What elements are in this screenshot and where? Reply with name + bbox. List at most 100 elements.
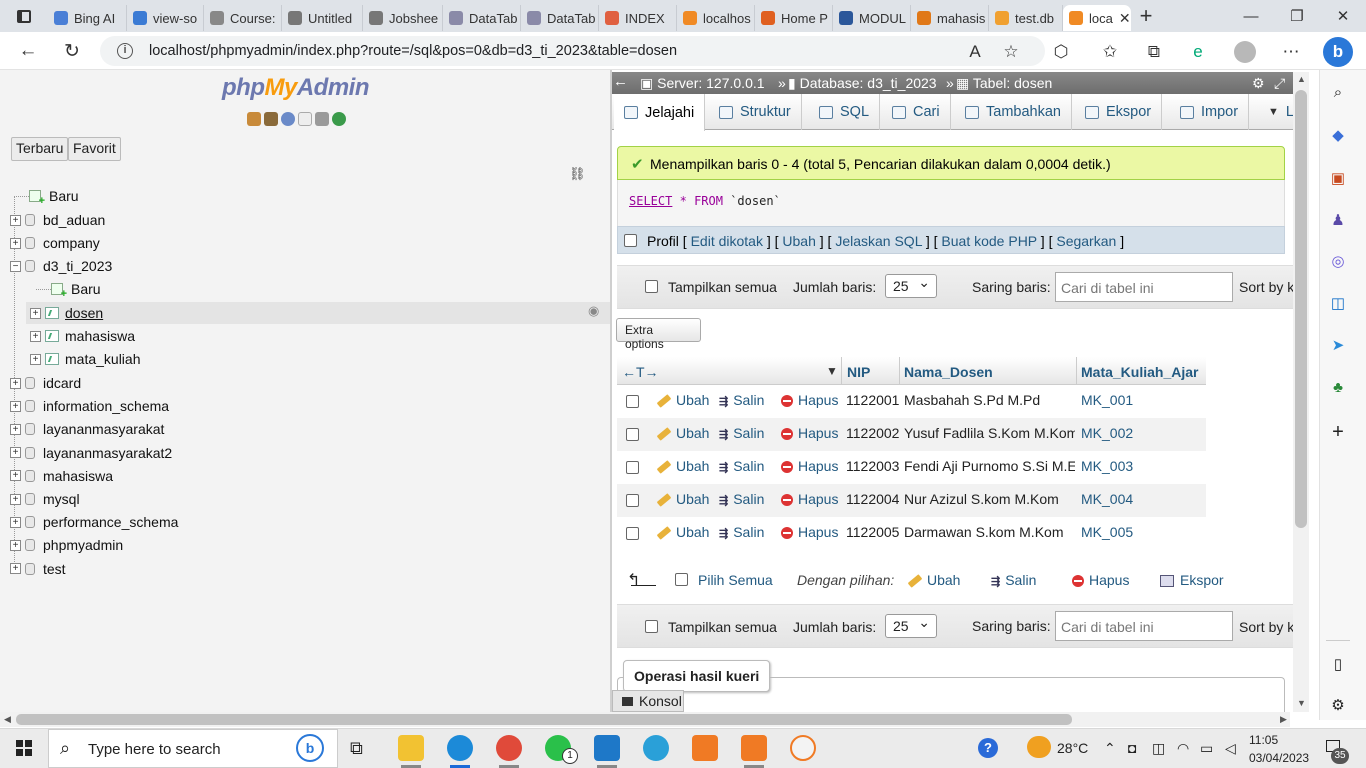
tab-struktur[interactable]: Struktur bbox=[709, 94, 802, 130]
tab-jelajahi[interactable]: Jelajahi bbox=[614, 94, 706, 131]
close-window-icon[interactable]: ✕ bbox=[1320, 0, 1366, 32]
row-copy-button[interactable]: ⇶ Salin bbox=[719, 392, 764, 408]
expand-icon[interactable]: + bbox=[10, 447, 21, 459]
favorite-button[interactable]: Favorit bbox=[68, 137, 121, 161]
scroll-up-icon[interactable]: ▲ bbox=[1297, 74, 1306, 84]
sidebar-tools-icon[interactable]: ▣ bbox=[1328, 168, 1348, 188]
weather-temp[interactable]: 28°C bbox=[1057, 740, 1088, 756]
cell-nama-dosen[interactable]: Darmawan S.kom M.Kom bbox=[904, 524, 1075, 540]
show-all-checkbox-top[interactable] bbox=[645, 280, 658, 293]
rows-select-bottom[interactable]: 25 bbox=[885, 614, 937, 638]
tab-cari[interactable]: Cari bbox=[882, 94, 951, 130]
row-checkbox[interactable] bbox=[626, 428, 639, 441]
breadcrumb-table[interactable]: ▦ Tabel: dosen bbox=[956, 75, 1052, 92]
show-all-checkbox-bottom[interactable] bbox=[645, 620, 658, 633]
sidebar-settings-icon[interactable]: ⚙ bbox=[1328, 695, 1348, 715]
row-checkbox[interactable] bbox=[626, 461, 639, 474]
expand-icon[interactable]: + bbox=[30, 307, 41, 319]
close-tab-icon[interactable]: ✕ bbox=[1119, 10, 1131, 27]
tab-ekspor[interactable]: Ekspor bbox=[1075, 94, 1163, 130]
expand-icon[interactable]: + bbox=[10, 563, 21, 575]
more-menu-icon[interactable]: ⋯ bbox=[1278, 39, 1304, 65]
volume-icon[interactable]: ◁ bbox=[1225, 740, 1236, 757]
vertical-scroll-thumb[interactable] bbox=[1295, 90, 1307, 528]
profile-link[interactable]: Segarkan bbox=[1056, 233, 1116, 249]
expand-icon[interactable]: + bbox=[10, 516, 21, 528]
row-delete-button[interactable]: Hapus bbox=[781, 425, 838, 441]
recent-button[interactable]: Terbaru bbox=[11, 137, 69, 161]
row-edit-button[interactable]: Ubah bbox=[656, 524, 709, 541]
cell-nip[interactable]: 1122003 bbox=[846, 458, 899, 474]
tree-table-item[interactable]: + mahasiswa bbox=[30, 325, 135, 347]
row-copy-button[interactable]: ⇶ Salin bbox=[719, 458, 764, 474]
expand-icon[interactable]: + bbox=[10, 214, 21, 226]
new-tab-icon[interactable]: + bbox=[1131, 0, 1161, 32]
cell-nama-dosen[interactable]: Yusuf Fadlila S.Kom M.Kom bbox=[904, 425, 1075, 441]
tree-db-item[interactable]: + layananmasyarakat bbox=[10, 418, 164, 440]
tree-table-item[interactable]: + mata_kuliah bbox=[30, 348, 141, 370]
restore-icon[interactable]: ❐ bbox=[1274, 0, 1320, 32]
expand-icon[interactable]: + bbox=[30, 353, 41, 365]
scroll-down-icon[interactable]: ▼ bbox=[1297, 698, 1306, 708]
select-all-checkbox[interactable] bbox=[675, 573, 688, 586]
jupyter-taskbar-icon[interactable] bbox=[790, 735, 816, 761]
file-explorer-icon[interactable] bbox=[398, 735, 424, 761]
tree-db-item[interactable]: + mysql bbox=[10, 488, 80, 510]
phpmyadmin-logo[interactable]: phpMyAdmin bbox=[222, 74, 370, 102]
sidebar-tree-icon[interactable]: ♣ bbox=[1328, 377, 1348, 397]
tray-network-icon[interactable]: ◫ bbox=[1152, 740, 1165, 757]
bulk-edit-button[interactable]: Ubah bbox=[907, 572, 960, 589]
browser-tab[interactable]: loca ✕ bbox=[1063, 5, 1131, 31]
sidebar-send-icon[interactable]: ➤ bbox=[1328, 335, 1348, 355]
row-checkbox[interactable] bbox=[626, 395, 639, 408]
bing-chat-icon[interactable]: b bbox=[1323, 37, 1353, 67]
cell-nama-dosen[interactable]: Masbahah S.Pd M.Pd bbox=[904, 392, 1075, 408]
sidebar-shopping-icon[interactable]: ◆ bbox=[1328, 125, 1348, 145]
column-header-mata-kuliah-ajar[interactable]: Mata_Kuliah_Ajar bbox=[1081, 364, 1198, 380]
sidebar-games-icon[interactable]: ♟ bbox=[1328, 210, 1348, 230]
extra-options-button[interactable]: Extra options bbox=[616, 318, 701, 351]
sidebar-outlook-icon[interactable]: ◫ bbox=[1328, 293, 1348, 313]
browser-tab[interactable]: DataTab bbox=[521, 5, 599, 31]
cell-mata-kuliah-ajar[interactable]: MK_001 bbox=[1081, 392, 1133, 408]
edge-taskbar-icon[interactable] bbox=[447, 735, 473, 761]
clock-date[interactable]: 03/04/2023 bbox=[1249, 751, 1309, 765]
back-arrow-icon[interactable]: ← bbox=[12, 35, 44, 67]
tree-db-item[interactable]: − d3_ti_2023 bbox=[10, 255, 112, 277]
breadcrumb-database[interactable]: ▮ Database: d3_ti_2023 bbox=[788, 75, 937, 92]
expand-icon[interactable]: + bbox=[10, 539, 21, 551]
row-checkbox[interactable] bbox=[626, 527, 639, 540]
tree-db-item[interactable]: + idcard bbox=[10, 372, 81, 394]
browser-tab[interactable]: Course: bbox=[204, 5, 282, 31]
help-tray-icon[interactable]: ? bbox=[978, 738, 998, 758]
row-checkbox[interactable] bbox=[626, 494, 639, 507]
chrome-taskbar-icon[interactable] bbox=[496, 735, 522, 761]
column-header-nama-dosen[interactable]: Nama_Dosen bbox=[904, 364, 993, 380]
cell-mata-kuliah-ajar[interactable]: MK_004 bbox=[1081, 491, 1133, 507]
scroll-left-icon[interactable]: ◀ bbox=[4, 714, 11, 725]
cell-nip[interactable]: 1122002 bbox=[846, 425, 899, 441]
row-copy-button[interactable]: ⇶ Salin bbox=[719, 425, 764, 441]
reload-icon[interactable] bbox=[332, 112, 346, 126]
row-copy-button[interactable]: ⇶ Salin bbox=[719, 491, 764, 507]
tray-chevron-icon[interactable]: ⌃ bbox=[1104, 740, 1116, 757]
bulk-delete-button[interactable]: Hapus bbox=[1072, 572, 1129, 588]
info-icon[interactable]: i bbox=[117, 43, 133, 59]
sidebar-office-icon[interactable]: ◎ bbox=[1328, 251, 1348, 271]
column-resize-arrows-icon[interactable]: ←T→ bbox=[622, 364, 659, 380]
bing-search-icon[interactable]: b bbox=[296, 734, 324, 762]
row-edit-button[interactable]: Ubah bbox=[656, 425, 709, 442]
tab-impor[interactable]: Impor bbox=[1170, 94, 1250, 130]
collections-icon[interactable]: ⧉ bbox=[1141, 39, 1167, 65]
scroll-right-icon[interactable]: ▶ bbox=[1280, 714, 1287, 725]
column-header-nip[interactable]: NIP bbox=[847, 364, 870, 380]
expand-icon[interactable]: + bbox=[10, 423, 21, 435]
task-view-icon[interactable]: ⧉ bbox=[350, 738, 363, 759]
tree-db-item[interactable]: + layananmasyarakat2 bbox=[10, 442, 172, 464]
sidebar-search-icon[interactable]: ⌕ bbox=[1328, 82, 1348, 102]
tree-item-new[interactable]: Baru bbox=[14, 185, 79, 207]
fullscreen-icon[interactable]: ⤢ bbox=[1274, 75, 1285, 92]
tree-db-item[interactable]: + phpmyadmin bbox=[10, 534, 123, 556]
battery-icon[interactable]: ▭ bbox=[1200, 740, 1213, 757]
tab-sql[interactable]: SQL bbox=[809, 94, 881, 130]
